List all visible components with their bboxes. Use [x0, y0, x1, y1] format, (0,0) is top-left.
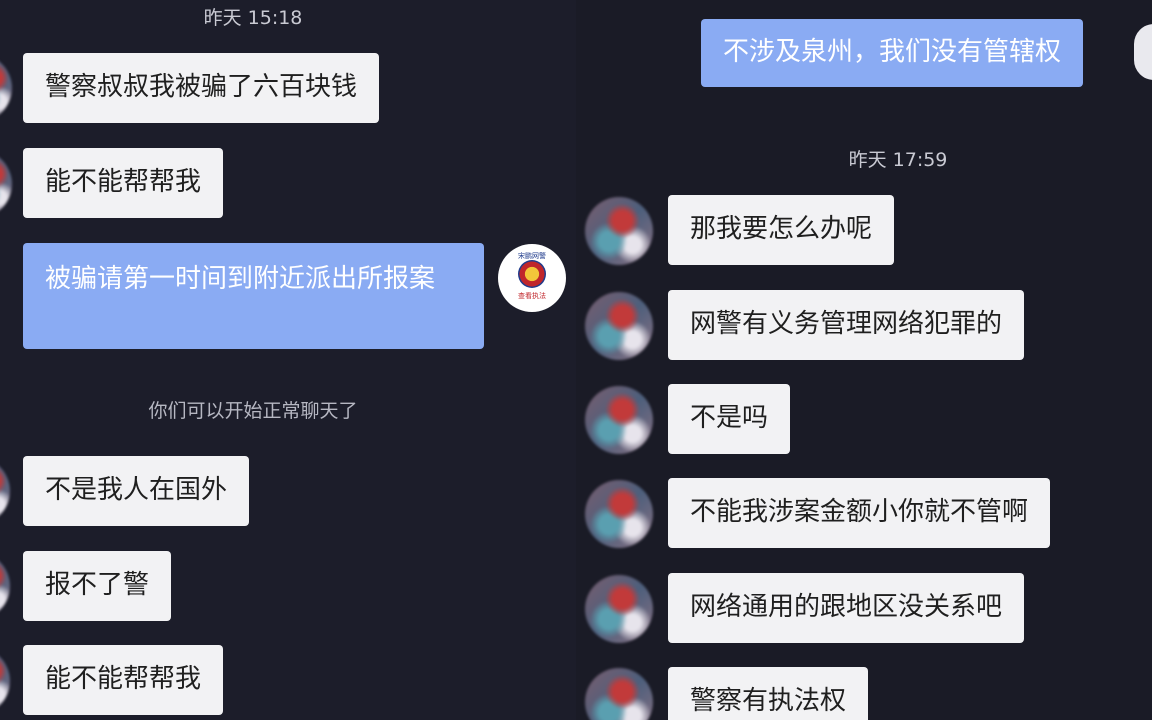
avatar-label: 查看执法 [518, 292, 546, 300]
message-bubble-outgoing[interactable]: 被骗请第一时间到附近派出所报案 [23, 243, 484, 349]
contact-avatar[interactable] [585, 386, 653, 454]
contact-avatar[interactable] [0, 647, 10, 715]
chat-panel-left: 昨天 15:18 警察叔叔我被骗了六百块钱 能不能帮帮我 被骗请第一时间到附近派… [0, 0, 576, 720]
message-bubble-outgoing[interactable]: 不涉及泉州，我们没有管辖权 [701, 19, 1084, 87]
chat-panel-right: 不涉及泉州，我们没有管辖权 昨天 17:59 那我要怎么办呢 网警有义务管理网络… [576, 0, 1152, 720]
message-bubble[interactable]: 能不能帮帮我 [23, 645, 224, 715]
message-bubble[interactable]: 报不了警 [23, 551, 172, 621]
avatar-label: 宋鹏网警 [518, 252, 546, 260]
contact-avatar[interactable] [585, 575, 653, 643]
message-bubble[interactable]: 网警有义务管理网络犯罪的 [668, 290, 1025, 360]
contact-avatar[interactable] [0, 552, 10, 620]
contact-avatar[interactable] [585, 480, 653, 548]
police-emblem-icon [518, 260, 546, 288]
message-bubble[interactable]: 警察叔叔我被骗了六百块钱 [23, 53, 380, 123]
message-bubble[interactable]: 那我要怎么办呢 [668, 195, 895, 265]
message-bubble[interactable]: 能不能帮帮我 [23, 148, 224, 218]
message-bubble[interactable]: 网络通用的跟地区没关系吧 [668, 573, 1025, 643]
timestamp: 昨天 17:59 [848, 149, 948, 171]
message-bubble[interactable]: 警察有执法权 [668, 667, 869, 720]
timestamp: 昨天 15:18 [203, 7, 303, 29]
police-avatar[interactable]: 宋鹏网警 查看执法 [498, 244, 566, 312]
message-bubble[interactable]: 不能我涉案金额小你就不管啊 [668, 478, 1051, 548]
contact-avatar[interactable] [0, 457, 10, 525]
contact-avatar[interactable] [585, 292, 653, 360]
contact-avatar[interactable] [0, 54, 12, 122]
contact-avatar[interactable] [585, 197, 653, 265]
message-bubble[interactable]: 不是吗 [668, 384, 791, 454]
contact-avatar[interactable] [0, 150, 12, 218]
contact-avatar[interactable] [585, 668, 653, 720]
message-bubble[interactable]: 不是我人在国外 [23, 456, 250, 526]
system-notice: 你们可以开始正常聊天了 [148, 400, 358, 422]
self-avatar[interactable] [1134, 24, 1152, 80]
